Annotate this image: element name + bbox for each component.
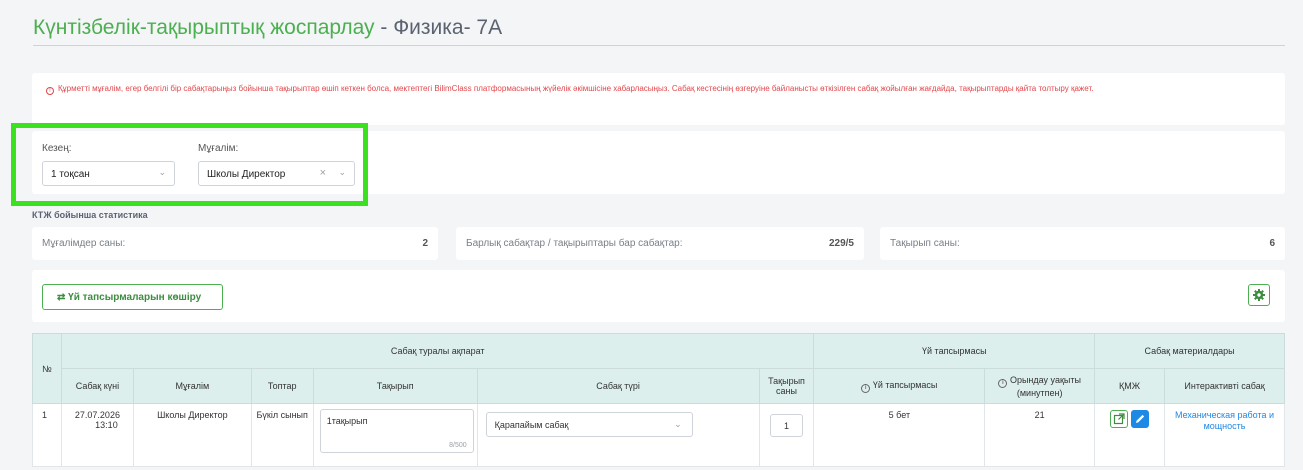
stat-lessons-value: 229/5	[828, 238, 854, 249]
col-interactive: Интерактивті сабақ	[1164, 368, 1285, 404]
stat-lessons: Барлық сабақтар / тақырыптары бар сабақт…	[456, 227, 864, 260]
stat-topics-value: 6	[1269, 238, 1275, 249]
row-homework: 5 бет	[813, 403, 986, 467]
homework-group-header: Үй тапсырмасы	[813, 333, 1096, 369]
row-groups: Бүкіл сынып	[250, 403, 314, 467]
topic-input-value: 1тақырып	[326, 416, 368, 426]
materials-group-header: Сабақ материалдары	[1094, 333, 1285, 369]
copy-homework-button[interactable]: ⇄ Үй тапсырмаларын көшіру	[42, 284, 223, 310]
swap-arrows-icon: ⇄	[57, 292, 66, 303]
stat-topics-label: Тақырып саны:	[890, 238, 960, 249]
open-link-button[interactable]	[1110, 410, 1129, 428]
chevron-down-icon: ⌄	[674, 419, 682, 429]
col-homework-label: Үй тапсырмасы	[872, 379, 938, 390]
table-row: 1 27.07.2026 13:10 Школы Директор Бүкіл …	[32, 403, 1285, 467]
num-header: №	[32, 333, 62, 404]
row-teacher: Школы Директор	[132, 403, 252, 467]
row-date-value: 27.07.2026	[74, 410, 120, 420]
lesson-type-select[interactable]: Қарапайым сабақ ⌄	[485, 412, 693, 437]
page-title: Күнтізбелік-тақырыптық жоспарлау - Физик…	[33, 16, 502, 40]
info-icon: i	[861, 383, 871, 393]
col-lesson-type: Сабақ түрі	[476, 368, 760, 404]
pencil-icon	[1135, 414, 1144, 423]
topic-count-input[interactable]: 1	[770, 414, 803, 437]
stat-teachers-label: Мұғалімдер саны:	[42, 238, 126, 249]
stat-teachers: Мұғалімдер саны: 2	[32, 227, 438, 260]
col-duration-label: Орындау уақыты (минутпен)	[1009, 374, 1081, 398]
alert-text: Құрметті мұғалім, егер белгілі бір сабақ…	[58, 84, 1094, 93]
col-kmzh: ҚМЖ	[1094, 368, 1166, 404]
row-lesson-type-cell: Қарапайым сабақ ⌄	[476, 403, 760, 467]
copy-homework-label: Үй тапсырмаларын көшіру	[68, 292, 202, 303]
col-topic: Тақырып	[312, 368, 478, 404]
warning-alert: ! Құрметті мұғалім, егер белгілі бір саба…	[32, 73, 1285, 125]
page-title-sub: - Физика- 7А	[374, 16, 503, 39]
lesson-type-value: Қарапайым сабақ	[494, 420, 569, 430]
title-divider	[33, 45, 1285, 46]
col-duration: i Орындау уақыты (минутпен)	[984, 368, 1096, 404]
col-groups: Топтар	[250, 368, 314, 404]
col-teacher: Мұғалім	[132, 368, 252, 404]
col-topic-count: Тақырып саны	[758, 368, 815, 404]
stats-title: КТЖ бойынша статистика	[32, 210, 148, 220]
row-kmzh-cell	[1094, 403, 1166, 467]
stat-teachers-value: 2	[422, 238, 428, 249]
lesson-info-header: Сабақ туралы ақпарат	[60, 333, 815, 369]
row-duration: 21	[984, 403, 1096, 467]
lessons-table: № Сабақ туралы ақпарат Үй тапсырмасы Саб…	[32, 333, 1285, 467]
row-interactive-cell: Механическая работа и мощность	[1164, 403, 1285, 467]
row-num: 1	[32, 403, 62, 467]
stat-topics: Тақырып саны: 6	[880, 227, 1285, 260]
char-counter: 8/500	[449, 442, 467, 449]
gear-icon	[1253, 289, 1265, 301]
topic-input[interactable]: 1тақырып 8/500	[319, 409, 474, 453]
interactive-lesson-link[interactable]: Механическая работа и мощность	[1175, 410, 1274, 431]
external-link-icon	[1114, 413, 1125, 425]
row-topics-num-cell: 1	[758, 403, 815, 467]
highlight-box	[11, 123, 368, 206]
info-icon: i	[998, 378, 1008, 388]
toolbar: ⇄ Үй тапсырмаларын көшіру	[32, 270, 1285, 322]
col-date: Сабақ күні	[60, 368, 134, 404]
stat-lessons-label: Барлық сабақтар / тақырыптары бар сабақт…	[466, 238, 683, 249]
page-title-main: Күнтізбелік-тақырыптық жоспарлау	[33, 16, 375, 39]
row-date: 27.07.2026 13:10	[60, 403, 134, 467]
row-time-value: 13:10	[95, 420, 118, 430]
row-topic-cell: 1тақырып 8/500	[312, 403, 478, 467]
col-homework: i Үй тапсырмасы	[813, 368, 986, 404]
info-circle-icon: !	[46, 87, 54, 95]
edit-button[interactable]	[1130, 410, 1149, 428]
settings-button[interactable]	[1248, 284, 1270, 306]
